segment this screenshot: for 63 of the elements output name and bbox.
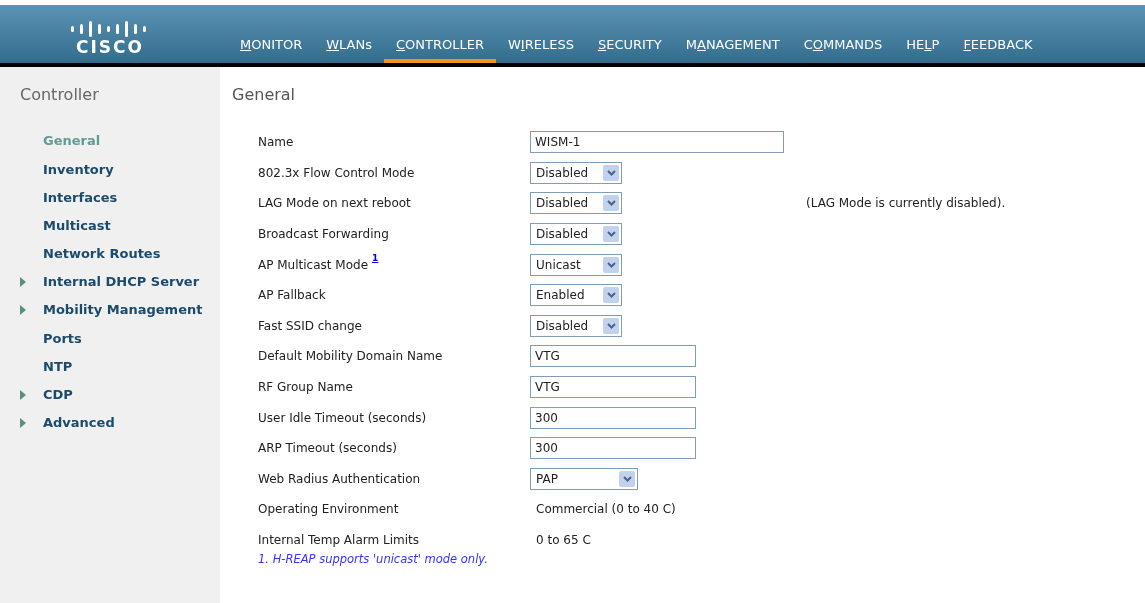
chevron-down-icon [619, 470, 635, 487]
dropdown[interactable]: Enabled [530, 284, 622, 307]
nav-tab[interactable]: SECURITY [585, 32, 674, 63]
nav-tab[interactable]: FEEDBACK [951, 32, 1045, 63]
nav-tab[interactable]: COMMANDS [791, 32, 895, 63]
nav-tab[interactable]: WIRELESS [496, 32, 586, 63]
page-title: General [232, 84, 297, 106]
sidebar-item[interactable]: Network Routes [43, 244, 161, 264]
text-field[interactable]: 300 [530, 437, 696, 460]
sidebar-item[interactable]: Mobility Management [43, 300, 203, 320]
sidebar-item[interactable]: Advanced [43, 413, 115, 433]
dropdown[interactable]: Disabled [530, 223, 622, 246]
dropdown[interactable]: Unicast [530, 253, 622, 276]
sidebar-item[interactable]: CDP [43, 385, 73, 405]
sidebar-title: Controller [20, 84, 100, 106]
expand-arrow-icon[interactable] [20, 305, 26, 316]
field-label: Operating Environment [258, 501, 399, 519]
field-label: LAG Mode on next reboot [258, 195, 411, 213]
sidebar-item[interactable]: Ports [43, 328, 82, 349]
chevron-down-icon [603, 317, 619, 334]
nav-tab[interactable]: MANAGEMENT [673, 32, 792, 63]
nav-tab[interactable]: HELP [894, 32, 952, 63]
sidebar-item[interactable]: NTP [43, 356, 73, 377]
chevron-down-icon [603, 256, 619, 273]
field-label: AP Fallback [258, 287, 326, 305]
status-note: (LAG Mode is currently disabled). [806, 195, 1006, 213]
chevron-down-icon [603, 226, 619, 243]
expand-arrow-icon[interactable] [20, 277, 26, 288]
sidebar-item[interactable]: Interfaces [43, 187, 118, 208]
expand-arrow-icon[interactable] [20, 417, 26, 428]
sidebar-item[interactable]: Internal DHCP Server [43, 272, 200, 292]
text-field[interactable]: VTG [530, 345, 696, 368]
sidebar-item[interactable]: Inventory [43, 159, 114, 180]
text-field[interactable]: WISM-1 [530, 131, 784, 154]
footnote-text: 1. H-REAP supports 'unicast' mode only. [258, 551, 489, 569]
nav-tab[interactable]: WLANs [314, 32, 384, 63]
expand-arrow-icon[interactable] [20, 389, 26, 400]
text-field[interactable]: VTG [530, 376, 696, 399]
chevron-down-icon [603, 287, 619, 304]
field-label: ARP Timeout (seconds) [258, 440, 397, 458]
field-label: User Idle Timeout (seconds) [258, 409, 427, 427]
field-label: Internal Temp Alarm Limits [258, 532, 419, 549]
field-label: 802.3x Flow Control Mode [258, 164, 415, 182]
footnote-link[interactable]: 1 [372, 251, 379, 266]
text-field[interactable]: 300 [530, 406, 696, 429]
field-label: Broadcast Forwarding [258, 226, 389, 244]
field-label: Fast SSID change [258, 317, 362, 335]
field-value: Commercial (0 to 40 C) [535, 502, 676, 517]
dropdown[interactable]: Disabled [530, 161, 622, 184]
dropdown[interactable]: PAP [530, 467, 638, 490]
field-value: 0 to 65 C [535, 533, 591, 547]
nav-tab[interactable]: MONITOR [228, 32, 315, 63]
field-label: Name [258, 134, 294, 152]
field-label: RF Group Name [258, 379, 353, 397]
sidebar-item[interactable]: Multicast [43, 215, 111, 236]
dropdown[interactable]: Disabled [530, 314, 622, 337]
field-label: Web Radius Authentication [258, 470, 421, 488]
field-label: AP Multicast Mode [258, 256, 368, 274]
chevron-down-icon [603, 195, 619, 212]
dropdown[interactable]: Disabled [530, 192, 622, 215]
chevron-down-icon [603, 164, 619, 181]
field-label: Default Mobility Domain Name [258, 348, 443, 366]
logo-text: CISCO [76, 37, 144, 57]
